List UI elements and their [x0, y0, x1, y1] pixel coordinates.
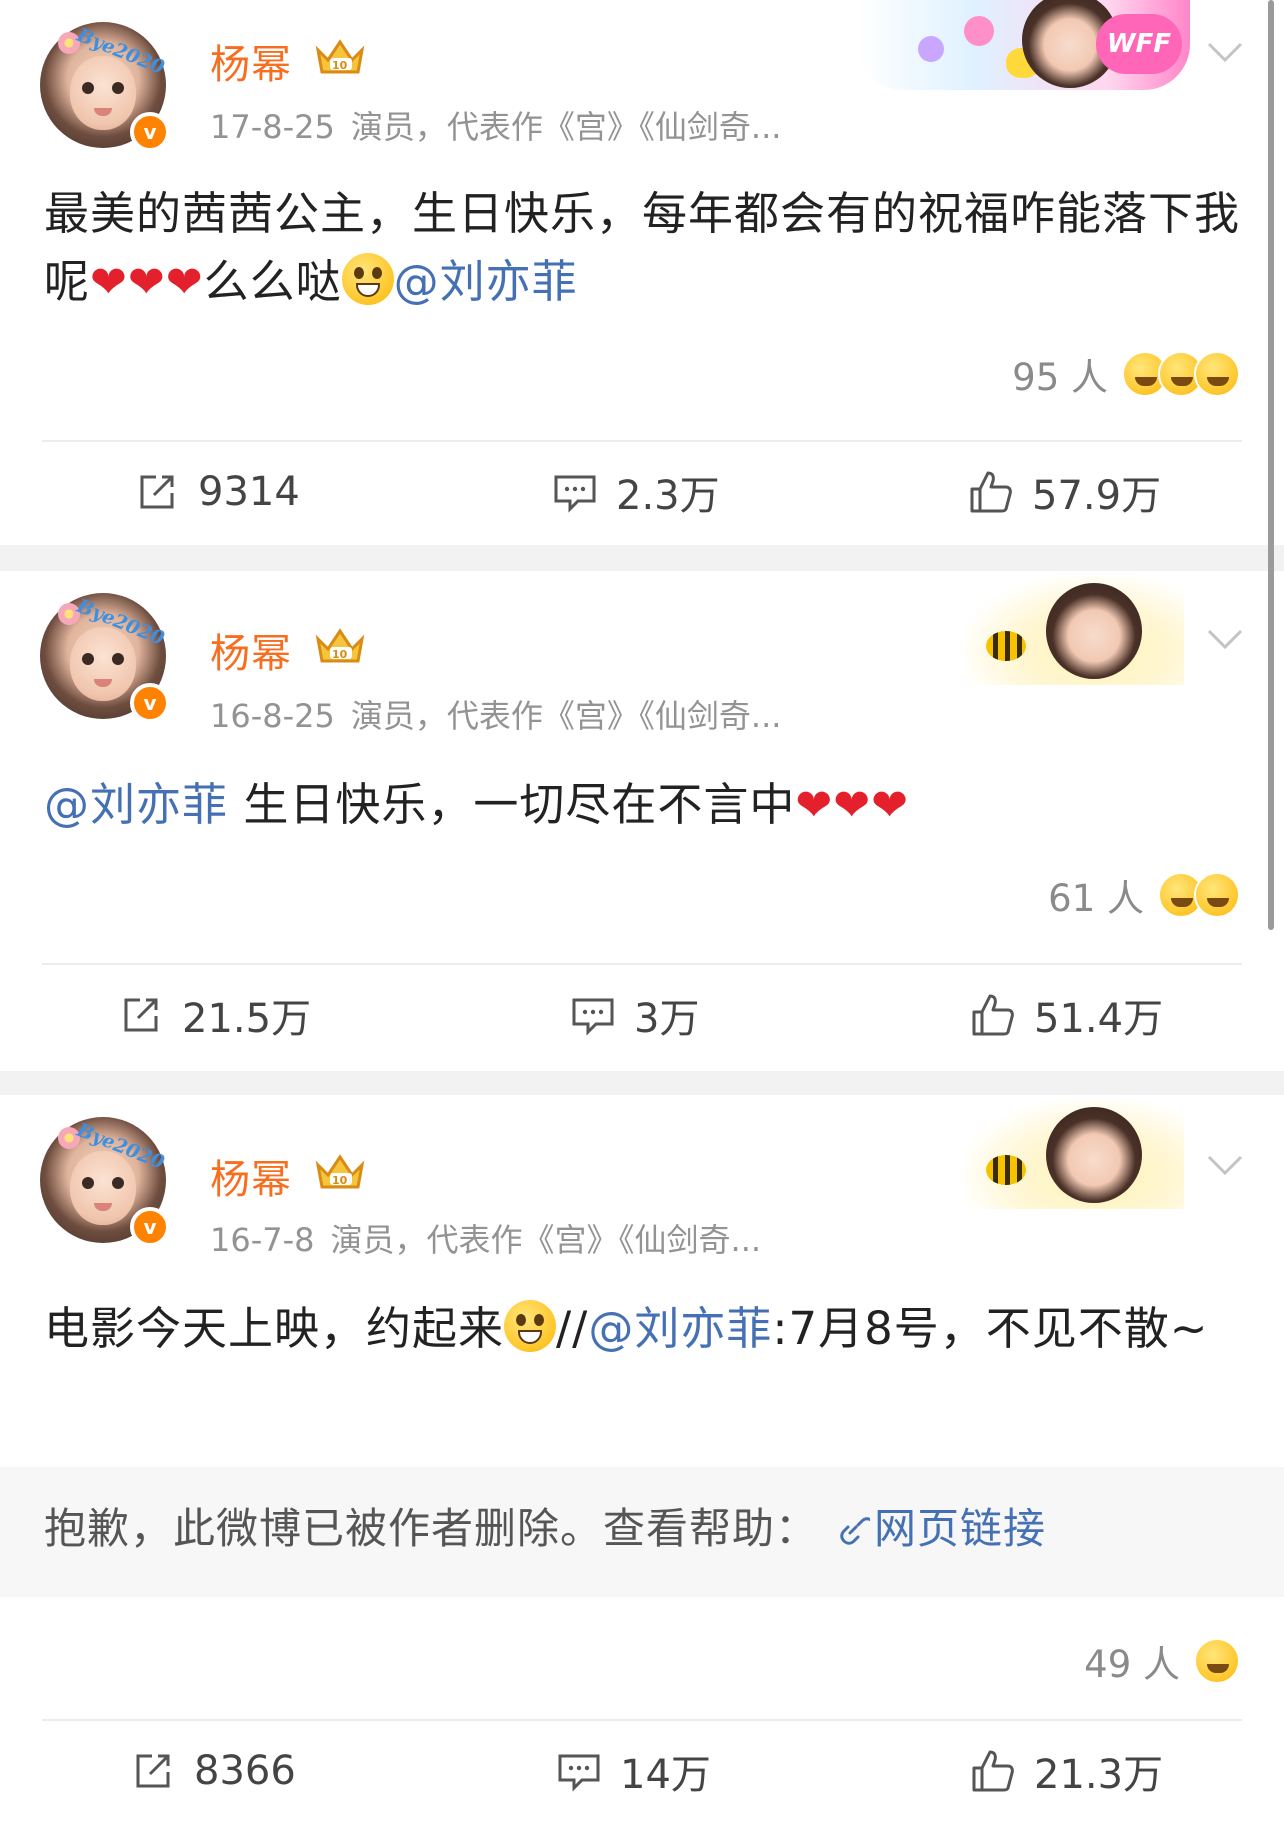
crown-icon: 10 [315, 628, 365, 663]
repost-icon [124, 998, 158, 1032]
chevron-down-icon[interactable] [1206, 627, 1244, 651]
chevron-down-icon[interactable] [1206, 40, 1244, 64]
thumbs-up-icon [972, 994, 1014, 1036]
crown-icon: 10 [315, 39, 365, 74]
profile-card-decoration: WFF [858, 0, 1190, 90]
verified-badge-icon: v [130, 683, 170, 723]
post-content: 最美的茜茜公主，生日快乐，每年都会有的祝福咋能落下我呢❤❤❤么么哒 @刘亦菲 [44, 187, 1241, 308]
repost-button[interactable]: 9314 [134, 452, 300, 532]
verified-badge-icon: v [130, 112, 170, 152]
post-meta: 16-8-25 演员，代表作《宫》《仙剑奇... [210, 691, 781, 737]
reactions-summary[interactable]: 61 人 [1048, 867, 1240, 923]
thumbs-up-icon [972, 1750, 1014, 1792]
help-link[interactable]: 网页链接 [818, 1504, 1046, 1553]
comment-button[interactable]: 14万 [556, 1731, 711, 1811]
verified-badge-icon: v [130, 1207, 170, 1247]
deleted-notice-text: 抱歉，此微博已被作者删除。查看帮助： [44, 1504, 819, 1553]
post-meta: 17-8-25 演员，代表作《宫》《仙剑奇... [210, 102, 781, 148]
action-bar: 9314 2.3万 57.9万 [0, 452, 1284, 532]
comment-icon [572, 998, 614, 1036]
deleted-post-notice: 抱歉，此微博已被作者删除。查看帮助： 网页链接 [0, 1467, 1284, 1597]
weibo-post: Bye2020 v 杨幂 10 16-8-25 演员，代表作《宫》《仙剑奇... … [0, 571, 1284, 1071]
reaction-count: 61 人 [1048, 877, 1144, 920]
post-separator [0, 1071, 1284, 1095]
like-count: 21.3万 [1034, 1752, 1164, 1798]
post-content: @刘亦菲 生日快乐，一切尽在不言中❤❤❤ [44, 778, 909, 831]
reaction-count: 95 人 [1012, 356, 1108, 399]
post-date[interactable]: 16-7-8 [210, 1221, 315, 1259]
laugh-emoji-icon [1194, 1638, 1240, 1684]
reactions-summary[interactable]: 49 人 [1084, 1633, 1240, 1689]
divider [42, 1719, 1242, 1721]
mention-link[interactable]: @刘亦菲 [588, 1302, 772, 1355]
post-date[interactable]: 16-8-25 [210, 697, 335, 735]
repost-count: 8366 [194, 1748, 296, 1794]
repost-icon [140, 475, 174, 509]
reactions-summary[interactable]: 95 人 [1012, 346, 1240, 402]
username[interactable]: 杨幂 [210, 1147, 292, 1205]
heart-icons: ❤❤❤ [90, 257, 204, 308]
mention-link[interactable]: @刘亦菲 [44, 778, 228, 831]
svg-text:10: 10 [332, 1174, 348, 1187]
weibo-post: Bye2020 v 杨幂 10 16-7-8 演员，代表作《宫》《仙剑奇... 电… [0, 1095, 1284, 1831]
like-button[interactable]: 57.9万 [968, 452, 1161, 532]
profile-card-decoration [964, 1099, 1184, 1209]
comment-button[interactable]: 2.3万 [552, 452, 720, 532]
comment-icon [558, 1754, 600, 1792]
divider [42, 440, 1242, 442]
comment-icon [554, 475, 596, 513]
like-button[interactable]: 21.3万 [970, 1731, 1163, 1811]
comment-button[interactable]: 3万 [570, 975, 699, 1055]
post-content: 电影今天上映，约起来//@刘亦菲:7月8号，不见不散~ [44, 1300, 1209, 1355]
svg-text:10: 10 [332, 648, 348, 661]
scrollbar[interactable] [1268, 0, 1274, 930]
action-bar: 8366 14万 21.3万 [0, 1731, 1284, 1811]
user-description: 演员，代表作《宫》《仙剑奇... [330, 1221, 762, 1259]
mention-link[interactable]: @刘亦菲 [394, 255, 578, 308]
kiss-emoji-icon [1194, 872, 1240, 918]
like-count: 51.4万 [1034, 996, 1164, 1042]
post-meta: 16-7-8 演员，代表作《宫》《仙剑奇... [210, 1215, 761, 1261]
repost-button[interactable]: 8366 [130, 1731, 296, 1811]
link-icon [840, 1517, 874, 1545]
avatar[interactable]: Bye2020 v [40, 1117, 172, 1249]
avatar[interactable]: Bye2020 v [40, 22, 172, 154]
crown-icon: 10 [315, 1154, 365, 1189]
thumbs-up-icon [970, 471, 1012, 513]
action-bar: 21.5万 3万 51.4万 [0, 975, 1284, 1055]
avatar[interactable]: Bye2020 v [40, 593, 172, 725]
grin-emoji-icon [504, 1300, 557, 1352]
like-button[interactable]: 51.4万 [970, 975, 1163, 1055]
repost-count: 21.5万 [182, 996, 312, 1042]
user-description: 演员，代表作《宫》《仙剑奇... [350, 697, 782, 735]
comment-count: 2.3万 [616, 473, 720, 519]
reaction-count: 49 人 [1084, 1643, 1180, 1686]
repost-button[interactable]: 21.5万 [118, 975, 311, 1055]
user-description: 演员，代表作《宫》《仙剑奇... [350, 108, 782, 146]
like-count: 57.9万 [1032, 473, 1162, 519]
comment-count: 3万 [634, 996, 700, 1042]
profile-card-decoration [964, 575, 1184, 685]
post-date[interactable]: 17-8-25 [210, 108, 335, 146]
repost-count: 9314 [198, 469, 300, 515]
divider [42, 963, 1242, 965]
wff-badge: WFF [1096, 14, 1182, 74]
shocked-emoji-icon [341, 253, 394, 305]
heart-icons: ❤❤❤ [795, 780, 909, 831]
username[interactable]: 杨幂 [210, 621, 292, 679]
post-separator [0, 545, 1284, 571]
svg-text:10: 10 [332, 59, 348, 72]
repost-icon [136, 1754, 170, 1788]
chevron-down-icon[interactable] [1206, 1153, 1244, 1177]
weibo-post: WFF Bye2020 v 杨幂 10 17-8-25 演员，代表作《宫》《仙剑奇… [0, 0, 1284, 545]
comment-count: 14万 [620, 1752, 711, 1798]
kiss-emoji-icon [1194, 351, 1240, 397]
username[interactable]: 杨幂 [210, 32, 292, 90]
